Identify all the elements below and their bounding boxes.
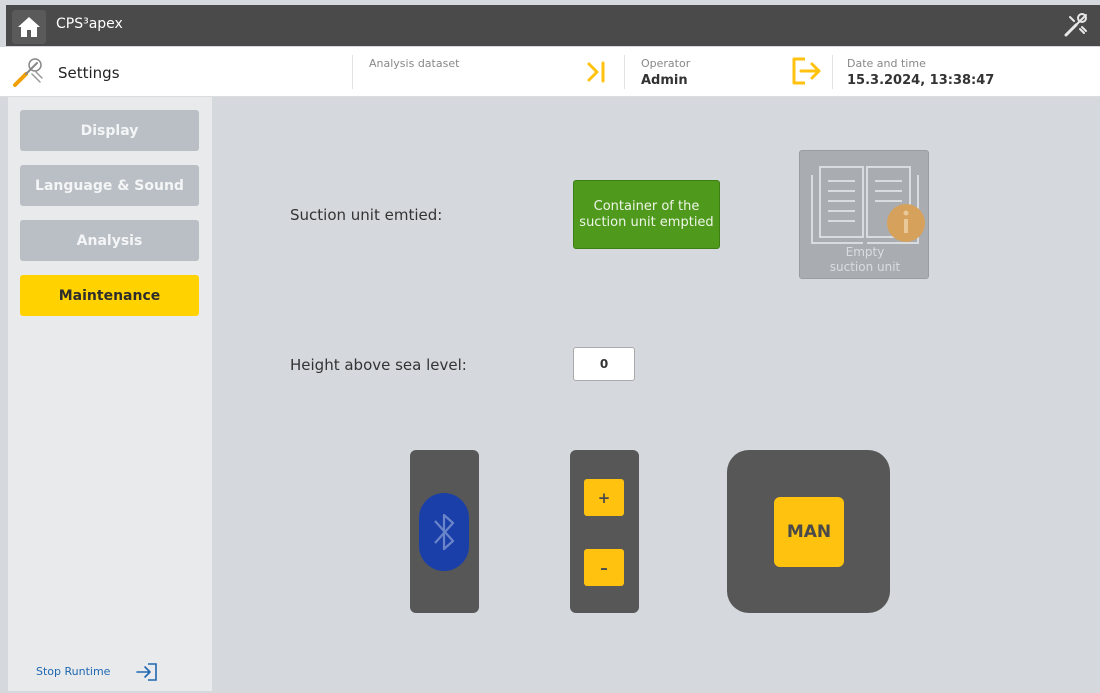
suction-unit-label: Suction unit emtied:	[290, 206, 443, 224]
analysis-dataset-label: Analysis dataset	[369, 57, 460, 70]
bluetooth-icon	[434, 513, 455, 551]
app-title: CPS³apex	[56, 16, 123, 32]
datetime-label: Date and time	[847, 57, 926, 70]
datetime-value: 15.3.2024, 13:38:47	[847, 73, 995, 88]
header-divider	[352, 55, 353, 89]
skip-to-end-icon[interactable]	[586, 60, 608, 84]
sidebar: Display Language & Sound Analysis Mainte…	[8, 97, 212, 691]
operator-value: Admin	[641, 73, 688, 88]
empty-suction-unit-manual[interactable]: Empty suction unit	[799, 150, 929, 279]
height-input[interactable]: 0	[573, 347, 635, 381]
sidebar-item-analysis[interactable]: Analysis	[20, 220, 199, 261]
sidebar-item-display[interactable]: Display	[20, 110, 199, 151]
logout-icon[interactable]	[791, 56, 823, 86]
sidebar-item-language-sound[interactable]: Language & Sound	[20, 165, 199, 206]
container-emptied-line1: Container of the	[593, 198, 700, 214]
header-divider	[624, 55, 625, 89]
settings-icon	[13, 58, 43, 87]
plus-button[interactable]: +	[584, 479, 624, 516]
manual-label-line1: Empty	[845, 245, 885, 259]
container-emptied-button[interactable]: Container of the suction unit emptied	[573, 180, 720, 249]
man-button[interactable]: MAN	[774, 497, 844, 567]
manual-label-line2: suction unit	[829, 260, 901, 274]
info-icon	[887, 204, 925, 242]
height-above-sea-level-label: Height above sea level:	[290, 356, 467, 374]
stepper-panel	[570, 450, 639, 613]
page-header: Settings Analysis dataset Operator Admin…	[0, 47, 1100, 97]
container-emptied-line2: suction unit emptied	[579, 214, 714, 230]
title-bar: CPS³apex	[6, 5, 1100, 46]
bluetooth-button[interactable]	[419, 493, 469, 571]
header-divider	[832, 55, 833, 89]
home-icon	[18, 17, 40, 37]
sidebar-item-maintenance[interactable]: Maintenance	[20, 275, 199, 316]
stop-runtime-link[interactable]: Stop Runtime	[36, 665, 110, 678]
operator-label: Operator	[641, 57, 691, 70]
minus-button[interactable]: –	[584, 549, 624, 586]
home-button[interactable]	[12, 10, 46, 44]
stop-runtime-icon[interactable]	[136, 662, 158, 682]
page-title: Settings	[58, 64, 120, 82]
tools-icon[interactable]	[1062, 11, 1090, 39]
